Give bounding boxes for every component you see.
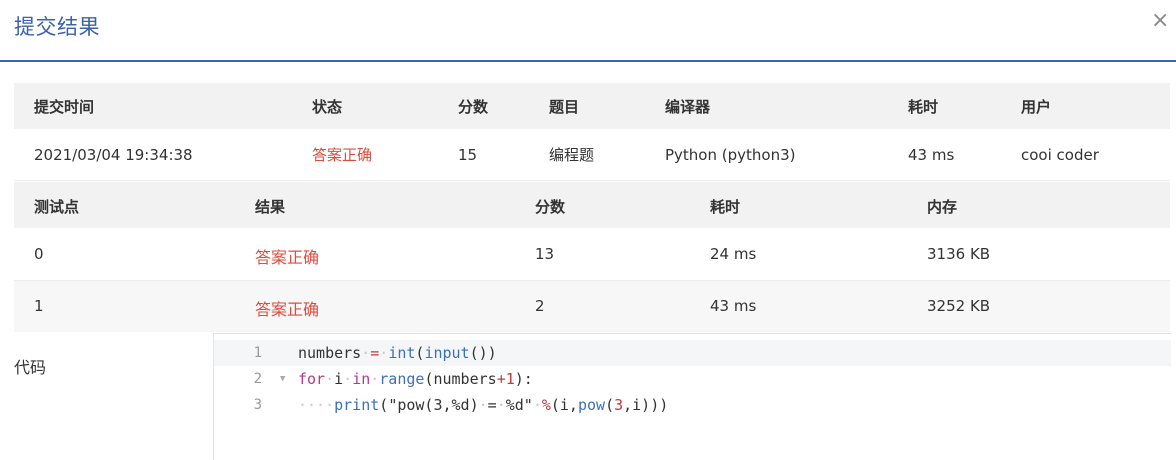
test-id: 1 — [34, 297, 44, 315]
code-label: 代码 — [14, 358, 47, 377]
test-id: 0 — [34, 245, 44, 263]
test-result: 答案正确 — [255, 248, 320, 267]
header-duration: 耗时 — [888, 83, 1001, 129]
code-editor[interactable]: 1 numbers·=·int(input()) 2 ▼ for·i·in·ra… — [213, 333, 1171, 460]
line-number: 2 — [253, 371, 262, 387]
test-score: 13 — [535, 245, 555, 263]
header-test-time: 耗时 — [710, 198, 741, 216]
test-score: 2 — [535, 297, 545, 315]
test-time: 43 ms — [710, 297, 757, 315]
test-time: 24 ms — [710, 245, 757, 263]
user: cooi coder — [1001, 129, 1170, 181]
submission-row: 2021/03/04 19:34:38 答案正确 15 编程题 Python (… — [14, 129, 1170, 181]
submit-time: 2021/03/04 19:34:38 — [14, 129, 292, 181]
submission-header-row: 提交时间 状态 分数 题目 编译器 耗时 用户 — [14, 83, 1170, 129]
header-status: 状态 — [292, 83, 438, 129]
header-test-score: 分数 — [535, 198, 566, 216]
fold-arrow-icon[interactable]: ▼ — [280, 366, 285, 392]
score: 15 — [438, 129, 529, 181]
dialog-header: 提交结果 × — [0, 0, 1176, 62]
test-row: 0 答案正确 13 24 ms 3136 KB — [14, 228, 1170, 281]
dialog-title: 提交结果 — [14, 15, 100, 39]
code-text: for·i·in·range(numbers+1): — [298, 370, 533, 388]
status-ok: 答案正确 — [292, 129, 438, 181]
header-test-memory: 内存 — [927, 198, 958, 216]
header-test-outcome: 结果 — [255, 198, 286, 216]
header-user: 用户 — [1001, 83, 1170, 129]
code-line: 2 ▼ for·i·in·range(numbers+1): — [214, 366, 1171, 392]
header-problem: 题目 — [529, 83, 645, 129]
line-number: 3 — [253, 397, 262, 413]
compiler: Python (python3) — [645, 129, 888, 181]
test-memory: 3252 KB — [927, 297, 991, 315]
result-table: 提交时间 状态 分数 题目 编译器 耗时 用户 2021/03/04 19:34… — [14, 83, 1170, 181]
line-number: 1 — [253, 345, 262, 361]
tests-table: 测试点 结果 分数 耗时 内存 — [14, 182, 1170, 228]
close-icon[interactable]: × — [1151, 10, 1169, 32]
code-text: ····print("pow(3,%d)·=·%d"·%(i,pow(3,i))… — [298, 396, 669, 414]
code-text: numbers·=·int(input()) — [298, 344, 497, 362]
header-score: 分数 — [438, 83, 529, 129]
problem: 编程题 — [529, 129, 645, 181]
duration: 43 ms — [888, 129, 1001, 181]
code-line: 3 ····print("pow(3,%d)·=·%d"·%(i,pow(3,i… — [214, 392, 1171, 418]
header-compiler: 编译器 — [645, 83, 888, 129]
test-memory: 3136 KB — [927, 245, 991, 263]
header-test-point: 测试点 — [34, 198, 80, 216]
header-submit-time: 提交时间 — [14, 83, 292, 129]
test-row: 1 答案正确 2 43 ms 3252 KB — [14, 281, 1170, 332]
code-line: 1 numbers·=·int(input()) — [214, 340, 1171, 366]
test-result: 答案正确 — [255, 300, 320, 319]
